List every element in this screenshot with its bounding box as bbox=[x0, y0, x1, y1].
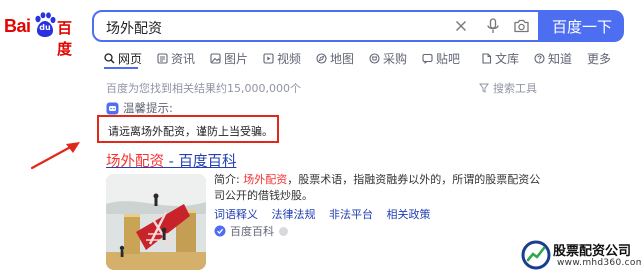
tab-label: 资讯 bbox=[171, 51, 196, 66]
result-title-highlight: 场外配资 bbox=[106, 154, 164, 170]
source-badge-icon bbox=[279, 226, 288, 236]
result-title-rest: - 百度百科 bbox=[164, 154, 237, 170]
tab-purchase[interactable]: 采购 bbox=[369, 48, 407, 68]
tab-map[interactable]: 地图 bbox=[316, 48, 354, 68]
tab-label: 更多 bbox=[587, 51, 612, 66]
summary-highlight: 场外配资 bbox=[243, 173, 288, 186]
result-count: 百度为您找到相关结果约15,000,000个 bbox=[106, 82, 301, 95]
tab-label: 采购 bbox=[383, 51, 408, 66]
sublink-word-definition[interactable]: 词语释义 bbox=[214, 208, 258, 221]
source-name: 百度百科 bbox=[230, 225, 274, 238]
baidu-logo[interactable]: Bai du 百度 bbox=[4, 12, 84, 58]
search-tools-label: 搜索工具 bbox=[493, 82, 537, 95]
active-tab-underline bbox=[104, 67, 138, 69]
tip-title: 温馨提示: bbox=[106, 100, 173, 116]
watermark-title: 股票配资公司 bbox=[553, 244, 632, 259]
tab-images[interactable]: 图片 bbox=[210, 48, 248, 68]
logo-text-chinese: 百度 bbox=[57, 19, 73, 58]
logo-text-latin: Bai bbox=[4, 16, 31, 36]
tab-wenku[interactable]: 文库 bbox=[481, 48, 519, 68]
search-button[interactable]: 百度一下 bbox=[540, 10, 624, 42]
news-icon bbox=[157, 52, 168, 64]
doc-icon bbox=[482, 52, 492, 64]
tab-more[interactable]: 更多 bbox=[587, 48, 611, 68]
tab-zhidao[interactable]: 知道 bbox=[534, 48, 572, 68]
image-icon bbox=[210, 52, 221, 64]
summary-prefix: 简介: bbox=[214, 173, 244, 186]
tab-tieba[interactable]: 贴吧 bbox=[422, 48, 460, 68]
sublink-illegal-platforms[interactable]: 非法平台 bbox=[329, 208, 373, 221]
camera-icon[interactable] bbox=[510, 12, 532, 40]
watermark-logo-icon bbox=[521, 240, 551, 270]
tab-label: 知道 bbox=[548, 51, 573, 66]
tip-robot-icon bbox=[106, 102, 119, 114]
clear-icon[interactable] bbox=[450, 12, 472, 40]
sublink-laws[interactable]: 法律法规 bbox=[272, 208, 316, 221]
tab-web[interactable]: 网页 bbox=[104, 48, 142, 68]
video-icon bbox=[263, 52, 274, 64]
search-icon bbox=[104, 52, 115, 63]
tip-title-text: 温馨提示: bbox=[123, 101, 173, 115]
tieba-icon bbox=[422, 53, 433, 64]
search-box[interactable]: 场外配资 bbox=[92, 10, 540, 42]
warning-box: 请远离场外配资，谨防上当受骗。 bbox=[97, 115, 279, 143]
result-source[interactable]: 百度百科 bbox=[214, 223, 288, 239]
tab-label: 图片 bbox=[224, 51, 249, 66]
result-sublinks: 词语释义 法律法规 非法平台 相关政策 bbox=[214, 206, 441, 222]
tab-label: 网页 bbox=[118, 51, 143, 66]
result-summary: 简介: 场外配资，股票术语，指融资融券以外的，所谓的股票配资公司公开的借钱炒股。 bbox=[214, 172, 544, 204]
logo-text-du: du bbox=[39, 23, 51, 32]
filter-icon bbox=[479, 83, 489, 93]
tab-label: 视频 bbox=[277, 51, 302, 66]
warning-text: 请远离场外配资，谨防上当受骗。 bbox=[108, 125, 273, 138]
tab-news[interactable]: 资讯 bbox=[157, 48, 195, 68]
microphone-icon[interactable] bbox=[482, 12, 504, 40]
annotation-arrow bbox=[30, 142, 80, 170]
result-title-link[interactable]: 场外配资 - 百度百科 bbox=[106, 150, 236, 171]
cart-icon bbox=[369, 52, 380, 64]
watermark-url: www.mhd360.com bbox=[557, 258, 641, 268]
tab-label: 贴吧 bbox=[436, 51, 461, 66]
map-icon bbox=[316, 52, 327, 64]
tab-video[interactable]: 视频 bbox=[263, 48, 301, 68]
result-thumbnail[interactable] bbox=[106, 174, 206, 270]
tab-label: 地图 bbox=[330, 51, 355, 66]
question-icon bbox=[534, 52, 545, 64]
tab-label: 文库 bbox=[495, 51, 520, 66]
search-tools-button[interactable]: 搜索工具 bbox=[479, 80, 537, 96]
baike-icon bbox=[214, 225, 226, 237]
sublink-policies[interactable]: 相关政策 bbox=[387, 208, 431, 221]
search-input[interactable]: 场外配资 bbox=[106, 18, 162, 38]
watermark: 股票配资公司 www.mhd360.com bbox=[519, 238, 641, 272]
